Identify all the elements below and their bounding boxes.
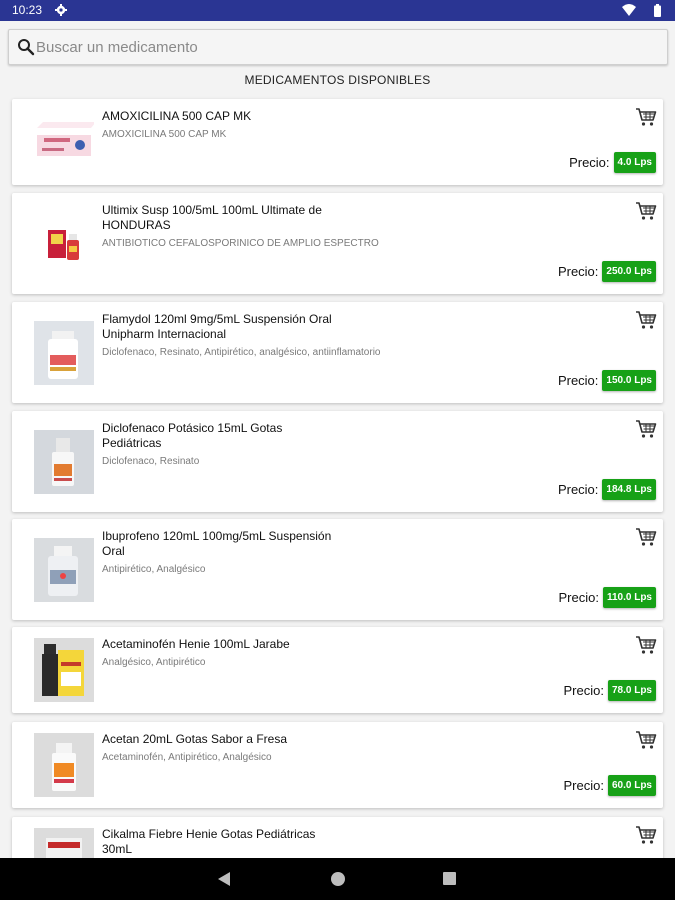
list-title: MEDICAMENTOS DISPONIBLES [244,73,431,87]
product-card[interactable]: Acetan 20mL Gotas Sabor a Fresa Acetamino… [12,722,663,808]
price-badge: 184.8 Lps [602,479,656,500]
price-badge: 60.0 Lps [607,775,656,796]
product-card[interactable]: AMOXICILINA 500 CAP MK AMOXICILINA 500 CA… [12,99,663,185]
status-bar: 10:23 [0,0,675,21]
product-description: Analgésico, Antipirético [102,657,206,668]
battery-icon [654,4,661,17]
product-name: Acetan 20mL Gotas Sabor a Fresa [102,732,287,746]
price-row: Precio: 78.0 Lps [563,680,656,701]
product-description: ANTIBIOTICO CEFALOSPORINICO DE AMPLIO ES… [102,238,379,249]
product-description: Antipirético, Analgésico [102,564,206,575]
add-to-cart-icon[interactable] [635,825,657,845]
product-name: Acetaminofén Henie 100mL Jarabe [102,637,290,651]
search-input[interactable] [36,36,656,58]
amoxicilina-box-image [34,110,96,174]
product-description: AMOXICILINA 500 CAP MK [102,129,227,140]
product-list[interactable]: AMOXICILINA 500 CAP MK AMOXICILINA 500 CA… [0,90,675,858]
price-badge: 250.0 Lps [602,261,656,282]
product-name: Flamydol 120ml 9mg/5mL Suspensión Oral U… [102,312,332,341]
price-row: Precio: 60.0 Lps [563,775,656,796]
add-to-cart-icon[interactable] [635,201,657,221]
price-label: Precio: [557,373,599,388]
price-badge: 110.0 Lps [602,587,656,608]
price-row: Precio: 150.0 Lps [558,370,656,391]
price-label: Precio: [558,590,599,605]
price-label: Precio: [557,482,599,497]
cikalma-box-image [34,828,94,858]
product-card[interactable]: Cikalma Fiebre Henie Gotas Pediátricas 3… [12,817,663,858]
navigation-bar [0,858,675,900]
price-badge: 4.0 Lps [613,152,656,173]
product-card[interactable]: Ultimix Susp 100/5mL 100mL Ultimate de H… [12,193,663,294]
acetaminofen-box-image [34,638,94,702]
product-description: Acetaminofén, Antipirético, Analgésico [102,752,272,763]
price-badge: 78.0 Lps [607,680,656,701]
product-description: Diclofenaco, Resinato, Antipirético, ana… [102,347,381,358]
price-label: Precio: [569,155,610,170]
product-card[interactable]: Flamydol 120ml 9mg/5mL Suspensión Oral U… [12,302,663,403]
product-name: Diclofenaco Potásico 15mL Gotas Pediátri… [102,421,283,450]
price-row: Precio: 110.0 Lps [558,587,656,608]
back-icon[interactable] [216,871,232,887]
price-label: Precio: [563,778,604,793]
add-to-cart-icon[interactable] [635,107,657,127]
product-card[interactable]: Ibuprofeno 120mL 100mg/5mL Suspensión Or… [12,519,663,620]
price-label: Precio: [557,264,599,279]
price-label: Precio: [563,683,604,698]
product-name: Ultimix Susp 100/5mL 100mL Ultimate de H… [102,203,322,232]
add-to-cart-icon[interactable] [635,310,657,330]
product-description: Diclofenaco, Resinato [102,456,200,467]
product-name: AMOXICILINA 500 CAP MK [102,109,252,123]
product-card[interactable]: Diclofenaco Potásico 15mL Gotas Pediátri… [12,411,663,512]
price-row: Precio: 4.0 Lps [569,152,656,173]
add-to-cart-icon[interactable] [635,527,657,547]
recents-icon[interactable] [443,872,456,885]
search-bar[interactable] [8,29,668,65]
gear-icon [55,4,67,16]
price-badge: 150.0 Lps [602,370,656,391]
price-row: Precio: 184.8 Lps [558,479,656,500]
ibuprofeno-bottle-image [34,537,94,602]
flamydol-bottle-image [34,320,94,385]
search-icon [18,39,35,56]
status-time: 10:23 [12,3,43,17]
diclofenaco-bottle-image [34,429,94,494]
product-card[interactable]: Acetaminofén Henie 100mL Jarabe Analgésic… [12,627,663,713]
wifi-icon [622,4,636,16]
product-name: Ibuprofeno 120mL 100mg/5mL Suspensión Or… [102,529,332,558]
price-row: Precio: 250.0 Lps [558,261,656,282]
add-to-cart-icon[interactable] [635,730,657,750]
acetan-bottle-image [34,733,94,797]
add-to-cart-icon[interactable] [635,419,657,439]
home-icon[interactable] [331,872,345,886]
ultimix-bottle-image [34,212,94,276]
add-to-cart-icon[interactable] [635,635,657,655]
product-name: Cikalma Fiebre Henie Gotas Pediátricas 3… [102,827,316,856]
